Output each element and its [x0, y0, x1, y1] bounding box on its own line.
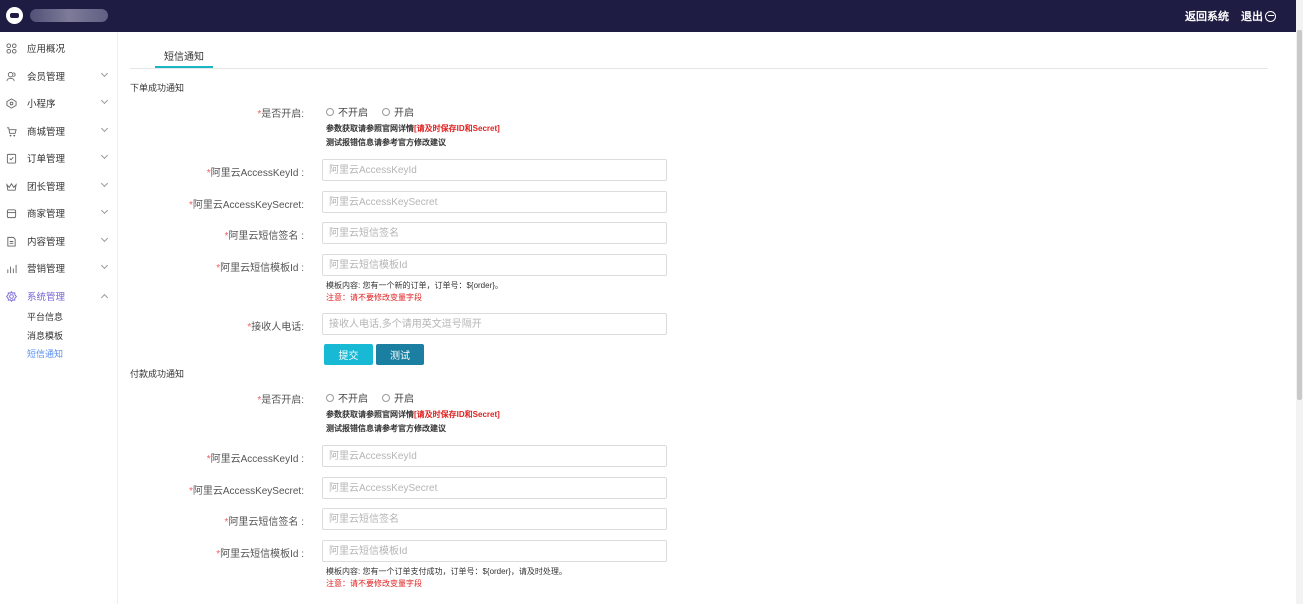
gear-icon: [6, 290, 17, 302]
scrollbar-thumb[interactable]: [1297, 30, 1302, 400]
sidebar-item-label: 团长管理: [27, 182, 66, 193]
sidebar-item-mall[interactable]: 商城管理: [0, 121, 118, 141]
tab-sms-notify[interactable]: 短信通知: [155, 48, 213, 68]
sign-label: *阿里云短信签名 :: [224, 517, 304, 528]
chevron-down-icon: [100, 69, 109, 78]
radio-off[interactable]: 不开启: [326, 104, 368, 119]
chevron-down-icon: [100, 234, 109, 243]
sidebar-item-miniprogram[interactable]: 小程序: [0, 93, 118, 113]
section-title-payment-success: 付款成功通知: [130, 369, 185, 379]
back-to-system-link[interactable]: 返回系统: [1185, 8, 1229, 24]
sidebar-item-orders[interactable]: 订单管理: [0, 148, 118, 168]
template-label: *阿里云短信模板Id :: [216, 263, 304, 274]
keyid-label: *阿里云AccessKeyId :: [206, 454, 304, 465]
chevron-up-icon: [100, 293, 109, 302]
sidebar-item-label: 营销管理: [27, 264, 66, 275]
sidebar-subitem-platform-info[interactable]: 平台信息: [27, 310, 63, 323]
sidebar: 应用概况 会员管理 小程序 商城管理 订单管理 团长管理 商家管理 内容管理 营…: [0, 32, 118, 604]
sidebar-item-overview[interactable]: 应用概况: [0, 38, 118, 58]
chevron-down-icon: [100, 261, 109, 270]
template-content-hint: 模板内容: 您有一个订单支付成功，订单号：${order}，请及时处理。: [326, 567, 567, 576]
enable-radio-group: 不开启 开启: [326, 390, 414, 405]
sidebar-item-label: 商家管理: [27, 209, 66, 220]
enable-label: *是否开启:: [257, 395, 304, 406]
chart-icon: [7, 264, 17, 273]
sidebar-item-system[interactable]: 系统管理: [0, 286, 118, 306]
secret-label: *阿里云AccessKeySecret:: [188, 200, 304, 211]
access-key-secret-input[interactable]: [322, 191, 667, 213]
tab-label: 短信通知: [164, 52, 204, 63]
sms-sign-input[interactable]: [322, 508, 667, 530]
sidebar-subitem-message-template[interactable]: 消息模板: [27, 329, 63, 342]
sidebar-item-leaders[interactable]: 团长管理: [0, 176, 118, 196]
cart-icon: [6, 126, 17, 137]
enable-radio-group: 不开启 开启: [326, 104, 414, 119]
submit-button[interactable]: 提交: [324, 344, 373, 365]
grid-icon: [6, 42, 17, 54]
template-content-hint: 模板内容: 您有一个新的订单，订单号：${order}。: [326, 281, 503, 290]
chevron-down-icon: [100, 206, 109, 215]
logout-label: 退出: [1241, 11, 1263, 23]
sidebar-subitem-sms-notify[interactable]: 短信通知: [27, 347, 63, 360]
sidebar-item-label: 小程序: [27, 99, 56, 110]
sidebar-item-content[interactable]: 内容管理: [0, 231, 118, 251]
phone-label: *接收人电话:: [247, 322, 304, 333]
access-key-secret-input[interactable]: [322, 477, 667, 499]
sidebar-item-members[interactable]: 会员管理: [0, 66, 118, 86]
test-button[interactable]: 测试: [376, 344, 424, 365]
template-warning: 注意：请不要修改变量字段: [326, 579, 422, 588]
radio-off[interactable]: 不开启: [326, 390, 368, 405]
sidebar-item-label: 会员管理: [27, 72, 66, 83]
radio-on[interactable]: 开启: [382, 390, 414, 405]
chevron-down-icon: [100, 151, 109, 160]
tab-divider: [130, 68, 1268, 69]
sidebar-item-merchants[interactable]: 商家管理: [0, 203, 118, 223]
radio-circle[interactable]: [326, 393, 334, 402]
receiver-phone-input[interactable]: [322, 313, 667, 335]
section-title-order-success: 下单成功通知: [130, 83, 185, 93]
order-icon: [6, 153, 17, 164]
radio-circle[interactable]: [382, 107, 390, 116]
radio-on[interactable]: 开启: [382, 104, 414, 119]
secret-label: *阿里云AccessKeySecret:: [188, 486, 304, 497]
test-error-hint: 测试报错信息请参考官方修改建议: [326, 138, 446, 147]
crown-icon: [6, 182, 17, 191]
chevron-down-icon: [100, 96, 109, 105]
account-name-blurred: [30, 9, 108, 22]
chevron-down-icon: [100, 124, 109, 133]
logo: [6, 7, 23, 24]
sidebar-item-label: 内容管理: [27, 237, 66, 248]
sms-template-id-input[interactable]: [322, 254, 667, 276]
sidebar-item-label: 商城管理: [27, 127, 66, 138]
sms-sign-input[interactable]: [322, 222, 667, 244]
sidebar-item-label: 系统管理: [27, 292, 66, 303]
template-warning: 注意：请不要修改变量字段: [326, 293, 422, 302]
sidebar-item-label: 订单管理: [27, 154, 66, 165]
radio-circle[interactable]: [326, 107, 334, 116]
sign-label: *阿里云短信签名 :: [224, 231, 304, 242]
miniprogram-icon: [6, 97, 17, 109]
chevron-down-icon: [100, 179, 109, 188]
document-icon: [7, 236, 16, 247]
access-key-id-input[interactable]: [322, 159, 667, 181]
keyid-label: *阿里云AccessKeyId :: [206, 168, 304, 179]
template-label: *阿里云短信模板Id :: [216, 549, 304, 560]
access-key-id-input[interactable]: [322, 445, 667, 467]
sms-template-id-input[interactable]: [322, 540, 667, 562]
logout-icon: [1265, 10, 1276, 22]
param-hint: 参数获取请参照官网详情[请及时保存ID和Secret]: [326, 124, 500, 133]
sidebar-item-marketing[interactable]: 营销管理: [0, 258, 118, 278]
top-bar: 返回系统 退出: [0, 0, 1296, 32]
page-scrollbar[interactable]: [1296, 0, 1303, 604]
param-hint: 参数获取请参照官网详情[请及时保存ID和Secret]: [326, 410, 500, 419]
logout-button[interactable]: 退出: [1241, 8, 1276, 24]
test-error-hint: 测试报错信息请参考官方修改建议: [326, 424, 446, 433]
enable-label: *是否开启:: [257, 109, 304, 120]
radio-circle[interactable]: [382, 393, 390, 402]
store-icon: [6, 208, 17, 218]
users-icon: [6, 71, 16, 81]
top-actions: 返回系统 退出: [1185, 0, 1276, 32]
sidebar-item-label: 应用概况: [27, 44, 66, 55]
